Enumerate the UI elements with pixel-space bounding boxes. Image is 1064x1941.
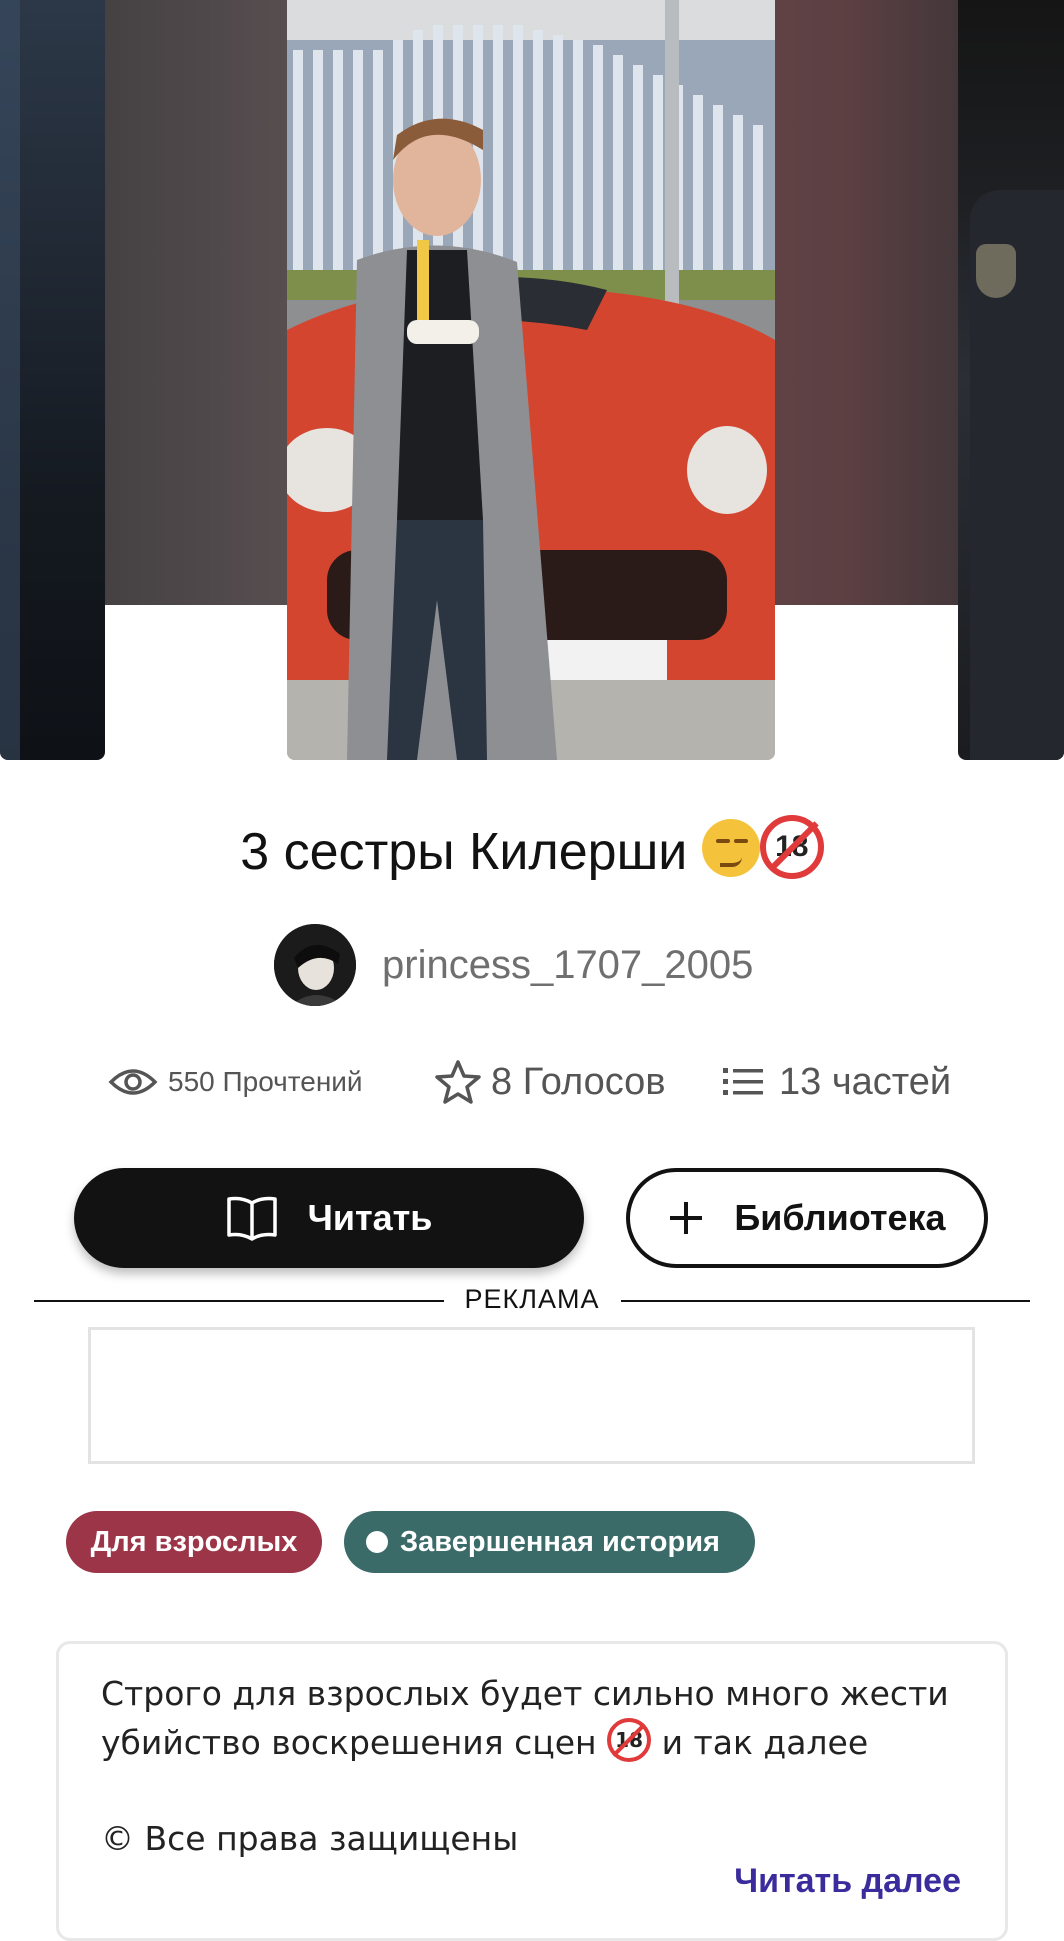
completed-tag-label: Завершенная история — [400, 1525, 720, 1558]
ad-slot[interactable] — [88, 1327, 975, 1464]
completed-tag: Завершенная история — [344, 1511, 755, 1573]
parts-count: 13 частей — [779, 1060, 952, 1103]
read-more-link[interactable]: Читать далее — [734, 1857, 961, 1905]
reads-count: 550 Прочтений — [168, 1066, 363, 1097]
ad-label: РЕКЛАМА — [464, 1284, 600, 1314]
parts-stat[interactable]: 13 частей — [723, 1061, 951, 1104]
description-line: Строго для взрослых будет сильно много ж… — [101, 1674, 949, 1713]
story-title-text: 3 сестры Килерши — [240, 823, 688, 881]
cover-next-story[interactable] — [958, 0, 1064, 760]
votes-stat: 8 Голосов — [435, 1059, 723, 1105]
no-under-18-icon: 18 — [607, 1718, 652, 1762]
description-text: убийство воскрешения сцен — [101, 1723, 597, 1762]
library-button-label: Библиотека — [734, 1197, 946, 1238]
list-icon — [723, 1068, 763, 1095]
cover-previous-story[interactable] — [0, 0, 105, 760]
status-dot-icon — [366, 1531, 388, 1553]
votes-count: 8 Голосов — [491, 1060, 666, 1103]
add-to-library-button[interactable]: Библиотека — [626, 1168, 988, 1268]
mature-tag: Для взрослых — [66, 1511, 322, 1573]
read-button[interactable]: Читать — [74, 1168, 584, 1268]
description-line: убийство воскрешения сцен 18 и так далее — [101, 1718, 963, 1767]
no-under-18-icon: 18 — [759, 815, 824, 879]
author-avatar[interactable] — [274, 924, 356, 1006]
read-button-label: Читать — [307, 1197, 433, 1238]
story-stats: 550 Прочтений 8 Голосов 13 частей — [108, 1054, 958, 1110]
story-description: Строго для взрослых будет сильно много ж… — [56, 1641, 1008, 1941]
book-open-icon — [226, 1196, 277, 1241]
author-username[interactable]: princess_1707_2005 — [382, 943, 753, 988]
author-row[interactable]: princess_1707_2005 — [274, 924, 753, 1006]
smirking-face-icon — [701, 819, 760, 877]
reads-stat: 550 Прочтений — [108, 1065, 435, 1099]
description-text: и так далее — [661, 1723, 869, 1762]
star-icon — [435, 1060, 481, 1104]
story-title: 3 сестры Килерши 18 — [0, 815, 1064, 884]
cover-image — [287, 0, 775, 760]
cover-image-badge — [976, 244, 1016, 298]
copyright-notice: © Все права защищены — [101, 1819, 519, 1858]
mature-tag-label: Для взрослых — [90, 1525, 298, 1558]
cover-image-detail — [0, 0, 20, 760]
eye-icon — [108, 1069, 158, 1095]
plus-icon — [670, 1202, 703, 1234]
cover-current-story[interactable] — [287, 0, 775, 760]
